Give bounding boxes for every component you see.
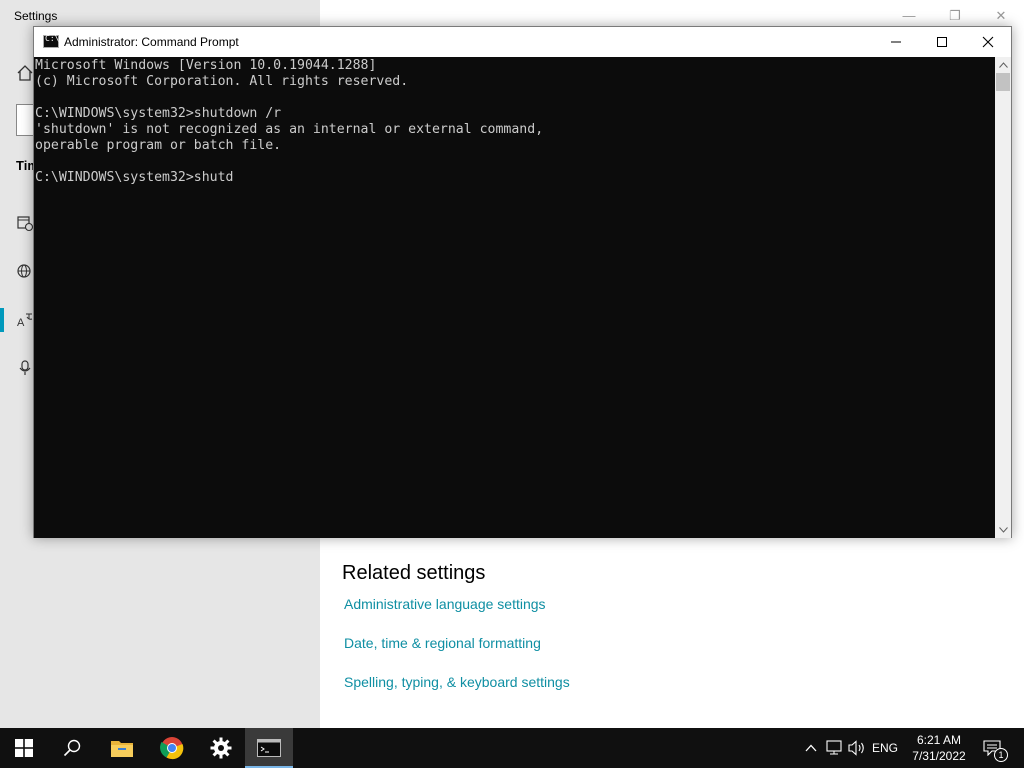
file-explorer-button[interactable] xyxy=(98,728,146,768)
settings-close-button[interactable]: ✕ xyxy=(978,6,1024,26)
scroll-thumb[interactable] xyxy=(996,73,1010,91)
gear-icon xyxy=(210,737,232,759)
administrative-language-settings-link[interactable]: Administrative language settings xyxy=(344,596,546,612)
clock-time: 6:21 AM xyxy=(916,733,962,747)
notification-count-badge: 1 xyxy=(994,748,1008,762)
cmd-maximize-button[interactable] xyxy=(919,27,965,57)
folder-icon xyxy=(111,741,133,757)
taskbar: ENG 6:21 AM 7/31/2022 1 xyxy=(0,728,1024,768)
cmd-titlebar[interactable]: C:\_ Administrator: Command Prompt xyxy=(34,27,1011,57)
selected-indicator xyxy=(0,308,4,332)
chrome-button[interactable] xyxy=(148,728,196,768)
close-icon xyxy=(982,36,994,48)
console-line: operable program or batch file. xyxy=(35,138,282,153)
settings-restore-button[interactable]: ❐ xyxy=(932,6,978,26)
search-button[interactable] xyxy=(48,728,96,768)
console-line: 'shutdown' is not recognized as an inter… xyxy=(35,122,544,137)
console-input-line[interactable]: C:\WINDOWS\system32>shutd xyxy=(35,170,995,186)
settings-window-title: Settings xyxy=(14,9,58,23)
search-icon xyxy=(63,739,81,757)
chevron-up-icon xyxy=(805,744,817,752)
input-language-indicator[interactable]: ENG xyxy=(872,741,898,755)
show-hidden-icons-button[interactable] xyxy=(801,738,821,758)
scroll-up-button[interactable] xyxy=(995,57,1011,73)
chevron-up-icon xyxy=(998,62,1008,68)
maximize-icon xyxy=(937,37,947,47)
chrome-icon xyxy=(160,737,184,760)
volume-button[interactable] xyxy=(848,738,868,758)
command-prompt-taskbar-button[interactable] xyxy=(245,728,293,768)
related-settings-heading: Related settings xyxy=(342,562,486,584)
globe-region-icon[interactable] xyxy=(16,262,34,280)
console-line: C:\WINDOWS\system32>shutdown /r xyxy=(35,106,282,121)
start-button[interactable] xyxy=(0,728,48,768)
cmd-minimize-button[interactable] xyxy=(873,27,919,57)
network-button[interactable] xyxy=(825,738,845,758)
clock-date: 7/31/2022 xyxy=(912,749,966,763)
cmd-app-icon-text: C:\_ xyxy=(45,34,65,43)
calendar-clock-icon[interactable] xyxy=(16,214,34,232)
network-icon xyxy=(826,740,842,755)
spelling-typing-keyboard-settings-link[interactable]: Spelling, typing, & keyboard settings xyxy=(344,674,570,690)
chevron-down-icon xyxy=(998,527,1008,533)
terminal-icon xyxy=(257,739,281,757)
windows-logo-icon xyxy=(15,739,33,757)
console-line: (c) Microsoft Corporation. All rights re… xyxy=(35,74,409,89)
settings-minimize-button[interactable]: — xyxy=(886,6,932,26)
svg-text:A: A xyxy=(17,317,25,329)
date-time-regional-formatting-link[interactable]: Date, time & regional formatting xyxy=(344,635,541,651)
clock[interactable]: 6:21 AM 7/31/2022 xyxy=(904,732,974,764)
console-line: Microsoft Windows [Version 10.0.19044.12… xyxy=(35,58,377,73)
language-icon[interactable]: A xyxy=(16,311,34,329)
cmd-vertical-scrollbar[interactable] xyxy=(995,57,1011,538)
scroll-down-button[interactable] xyxy=(995,522,1011,538)
settings-app-button[interactable] xyxy=(197,728,245,768)
microphone-icon[interactable] xyxy=(16,359,34,377)
minimize-icon xyxy=(891,41,901,43)
cmd-close-button[interactable] xyxy=(965,27,1011,57)
command-prompt-window[interactable]: C:\_ Administrator: Command Prompt Micro… xyxy=(33,26,1012,538)
speaker-icon xyxy=(848,740,864,756)
cmd-console-area[interactable]: Microsoft Windows [Version 10.0.19044.12… xyxy=(34,57,995,538)
home-icon[interactable] xyxy=(16,64,34,82)
cmd-app-icon: C:\_ xyxy=(43,34,64,48)
cmd-window-title: Administrator: Command Prompt xyxy=(64,35,239,49)
